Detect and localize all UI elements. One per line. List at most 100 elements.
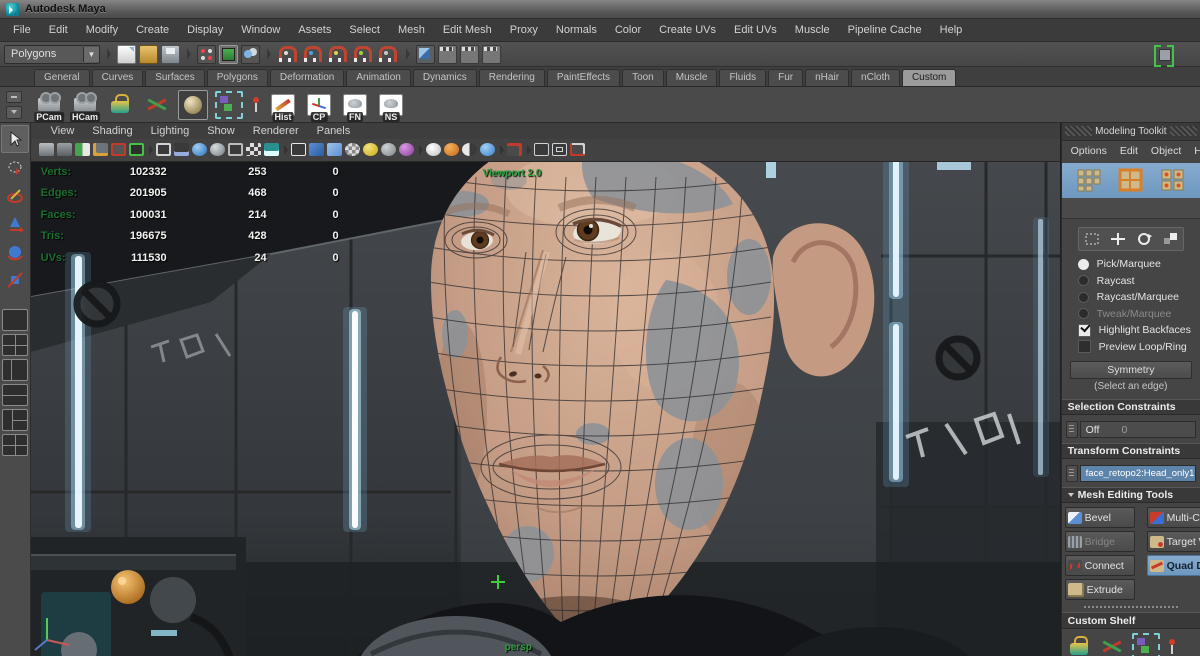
wireframe-mode-icon[interactable] [192,143,207,156]
move-tool-icon[interactable] [1110,232,1126,246]
shelf-item-pcam[interactable]: PCam [34,90,64,120]
dome-light-icon[interactable] [426,143,441,156]
extrude-button[interactable]: Extrude [1065,579,1135,600]
menu-mesh[interactable]: Mesh [389,24,434,36]
select-component-icon[interactable] [241,45,260,64]
layout-three-pane-button[interactable] [2,409,28,431]
menuset-dropdown[interactable]: Polygons ▼ [4,45,100,64]
xray-cube-icon[interactable] [534,143,549,156]
shelf-tab-fluids[interactable]: Fluids [719,69,766,86]
grip-icon[interactable] [1066,465,1078,482]
quad-draw-button[interactable]: Quad Dr [1147,555,1200,576]
bookmark-icon[interactable] [93,143,108,156]
group-separator[interactable] [404,45,411,63]
shelf-item-selection-set[interactable] [214,90,244,120]
image-plane-icon[interactable] [111,143,126,156]
shelf-item-fn[interactable]: FN [340,90,370,120]
smooth-shade-icon[interactable] [309,143,324,156]
panel-menu-shading[interactable]: Shading [84,125,140,137]
open-scene-icon[interactable] [139,45,158,64]
select-tool[interactable] [1,125,29,153]
snap-grid-icon[interactable] [279,46,297,62]
menu-edit[interactable]: Edit [40,24,77,36]
layout-two-pane-side-button[interactable] [2,359,28,381]
section-drag-dots[interactable] [1084,606,1178,608]
menu-modify[interactable]: Modify [77,24,127,36]
flat-shade-icon[interactable] [327,143,342,156]
shelf-tab-general[interactable]: General [34,69,90,86]
pin-icon[interactable] [1168,639,1176,655]
selection-constraints-header[interactable]: Selection Constraints [1062,399,1200,416]
group-separator[interactable] [185,45,192,63]
layout-two-pane-stacked-button[interactable] [2,384,28,406]
group-separator[interactable] [265,45,272,63]
crossed-arrows-icon[interactable] [1100,636,1124,656]
toolkit-menu-options[interactable]: Options [1071,145,1107,157]
lock-hands-icon[interactable] [1068,636,1092,656]
modeling-toolkit-toggle-icon[interactable] [1154,45,1174,63]
new-scene-icon[interactable] [117,45,136,64]
toolkit-header[interactable]: Modeling Toolkit [1062,123,1200,141]
layout-single-pane-button[interactable] [2,309,28,331]
target-weld-button[interactable]: Target W [1147,531,1200,552]
shelf-tab-curves[interactable]: Curves [92,69,144,86]
shelf-tab-deformation[interactable]: Deformation [270,69,344,86]
textured-mode-icon[interactable] [228,143,243,156]
snap-curve-icon[interactable] [304,46,322,62]
menu-color[interactable]: Color [606,24,650,36]
viewport-3d-scene[interactable]: Verts: 102332 253 0 Edges: 201905 468 0 … [31,162,1060,656]
menu-create[interactable]: Create [127,24,178,36]
menu-select[interactable]: Select [340,24,389,36]
shelf-tab-fur[interactable]: Fur [768,69,803,86]
purple-material-ball-icon[interactable] [399,143,414,156]
snap-point-icon[interactable] [329,46,347,62]
ipr-render-icon[interactable] [460,45,479,64]
render-view-icon[interactable] [416,45,435,64]
shelf-item-hcam[interactable]: HCam [70,90,100,120]
lock-camera-icon[interactable] [57,143,72,156]
shelf-item-sphere[interactable] [178,90,208,120]
menu-edit-mesh[interactable]: Edit Mesh [434,24,501,36]
toolkit-menu-object[interactable]: Object [1151,145,1181,157]
radio-raycast-marquee[interactable]: Raycast/Marquee [1062,289,1200,306]
mesh-editing-tools-header[interactable]: Mesh Editing Tools [1062,487,1200,504]
shelf-tab-surfaces[interactable]: Surfaces [145,69,204,86]
panel-menu-renderer[interactable]: Renderer [245,125,307,137]
render-settings-icon[interactable] [482,45,501,64]
face-mode-icon[interactable] [1118,168,1144,192]
shelf-tab-dynamics[interactable]: Dynamics [413,69,477,86]
shelf-tab-custom[interactable]: Custom [902,69,956,86]
rotate-tool-icon[interactable] [1136,232,1152,246]
lasso-tool[interactable] [2,155,28,181]
toolkit-menu-help[interactable]: Help [1194,145,1200,157]
film-gate-icon[interactable] [174,143,189,156]
layout-four-pane-button[interactable] [2,334,28,356]
transform-constraints-header[interactable]: Transform Constraints [1062,443,1200,460]
select-object-icon[interactable] [219,45,238,64]
grid-cube-icon[interactable] [552,143,567,156]
dashed-selection-icon[interactable] [1132,633,1160,656]
menu-file[interactable]: File [4,24,40,36]
shelf-item-pin[interactable] [250,90,262,120]
shelf-item-ns[interactable]: NS [376,90,406,120]
panel-menu-show[interactable]: Show [199,125,243,137]
checker-icon[interactable] [246,143,261,156]
snap-view-plane-icon[interactable] [379,46,397,62]
shelf-tab-ncloth[interactable]: nCloth [851,69,900,86]
use-default-material-icon[interactable] [264,143,279,156]
multi-component-mode-icon[interactable] [1160,168,1186,192]
menu-window[interactable]: Window [232,24,289,36]
shaded-mode-icon[interactable] [210,143,225,156]
shelf-tab-painteffects[interactable]: PaintEffects [547,69,620,86]
select-hierarchy-icon[interactable] [197,45,216,64]
shelf-tab-rendering[interactable]: Rendering [479,69,545,86]
bevel-button[interactable]: Bevel [1065,507,1135,528]
blue-light-icon[interactable] [480,143,495,156]
shelf-item-lock[interactable] [106,90,136,120]
panel-menu-lighting[interactable]: Lighting [143,125,198,137]
snap-projected-center-icon[interactable] [354,46,372,62]
menu-display[interactable]: Display [178,24,232,36]
menu-pipeline-cache[interactable]: Pipeline Cache [839,24,931,36]
menu-proxy[interactable]: Proxy [501,24,547,36]
shelf-item-axes[interactable] [142,90,172,120]
